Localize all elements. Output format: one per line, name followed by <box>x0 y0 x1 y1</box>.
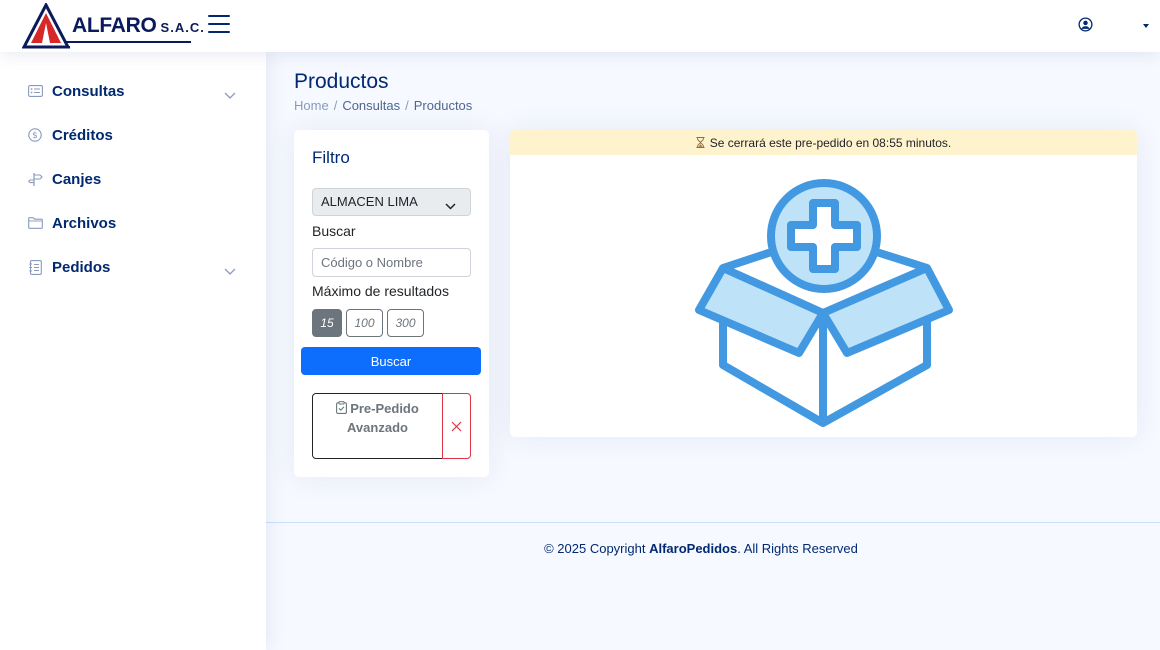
page-title: Productos <box>294 70 389 93</box>
prepedido-line-2: Avanzado <box>347 420 408 435</box>
sidebar-item-consultas[interactable]: Consultas <box>20 73 246 109</box>
sidebar-item-pedidos[interactable]: Pedidos <box>20 249 246 285</box>
timer-alert: Se cerrará este pre-pedido en 08:55 minu… <box>510 130 1137 155</box>
sidebar-item-canjes[interactable]: Canjes <box>20 161 246 197</box>
brand-logo[interactable]: ALFARO S.A.C. <box>22 3 204 49</box>
sidebar-item-archivos[interactable]: Archivos <box>20 205 246 241</box>
folder-icon <box>27 215 43 231</box>
journal-icon <box>27 259 43 275</box>
close-icon <box>451 421 462 431</box>
search-button[interactable]: Buscar <box>301 347 481 375</box>
sidebar: Consultas $ Créditos Canjes Archivos Ped… <box>0 52 266 650</box>
prepedido-avanzado-button[interactable]: Pre-Pedido Avanzado <box>312 393 443 459</box>
timer-alert-text: Se cerrará este pre-pedido en 08:55 minu… <box>709 135 952 150</box>
caret-down-icon[interactable] <box>1143 24 1149 28</box>
max-results-option-15[interactable]: 15 <box>312 309 342 337</box>
coin-icon: $ <box>27 127 43 143</box>
logo-triangle-icon <box>22 3 70 49</box>
cancel-prepedido-button[interactable] <box>442 393 471 459</box>
clipboard-check-icon <box>336 401 348 414</box>
svg-text:$: $ <box>32 131 38 141</box>
card-list-icon <box>27 83 43 99</box>
max-results-label: Máximo de resultados <box>312 283 449 299</box>
sidebar-item-label: Archivos <box>52 214 117 232</box>
footer-copyright-prefix: © 2025 Copyright <box>544 541 650 556</box>
breadcrumb-home-link[interactable]: Home <box>294 98 329 113</box>
footer: © 2025 Copyright AlfaroPedidos. All Righ… <box>266 541 1136 556</box>
hamburger-menu-icon[interactable] <box>208 15 230 35</box>
breadcrumb-separator: / <box>333 98 338 113</box>
footer-divider <box>266 522 1160 523</box>
sidebar-item-label: Créditos <box>52 126 113 144</box>
max-results-option-300[interactable]: 300 <box>387 309 424 337</box>
search-label: Buscar <box>312 223 356 239</box>
breadcrumb: Home / Consultas / Productos <box>294 98 472 113</box>
content-card: Se cerrará este pre-pedido en 08:55 minu… <box>510 130 1137 437</box>
filter-card: Filtro ALMACEN LIMA Buscar Código o Nomb… <box>294 130 489 477</box>
prepedido-line-1: Pre-Pedido <box>313 399 442 418</box>
search-input-placeholder: Código o Nombre <box>321 255 423 270</box>
max-results-option-100[interactable]: 100 <box>346 309 383 337</box>
person-circle-icon <box>1078 17 1093 32</box>
warehouse-select[interactable]: ALMACEN LIMA <box>312 188 471 216</box>
top-header: ALFARO S.A.C. <box>0 0 1160 52</box>
footer-rights: . All Rights Reserved <box>737 541 858 556</box>
signpost-icon <box>27 171 43 187</box>
chevron-down-icon <box>224 85 236 104</box>
add-box-illustration-icon <box>695 179 953 427</box>
breadcrumb-current: Productos <box>413 98 473 113</box>
chevron-down-icon <box>224 261 236 280</box>
sidebar-item-label: Consultas <box>52 82 125 100</box>
logo-text: ALFARO S.A.C. <box>72 14 205 37</box>
breadcrumb-consultas-link[interactable]: Consultas <box>342 98 400 113</box>
hourglass-icon <box>696 137 705 148</box>
warehouse-select-value: ALMACEN LIMA <box>321 194 418 209</box>
chevron-down-icon <box>445 198 456 213</box>
footer-brand: AlfaroPedidos <box>649 541 738 556</box>
search-input[interactable]: Código o Nombre <box>312 248 471 277</box>
logo-underline <box>66 41 191 43</box>
sidebar-item-label: Canjes <box>52 170 102 188</box>
user-profile-dropdown[interactable] <box>1078 17 1093 32</box>
filter-title: Filtro <box>312 148 350 167</box>
breadcrumb-separator: / <box>405 98 409 113</box>
sidebar-item-label: Pedidos <box>52 258 111 276</box>
sidebar-item-creditos[interactable]: $ Créditos <box>20 117 246 153</box>
